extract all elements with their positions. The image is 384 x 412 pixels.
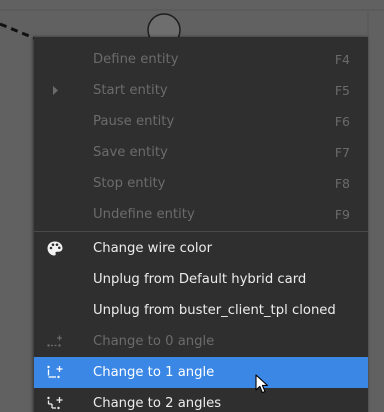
menu-item-shortcut: F9: [334, 207, 350, 222]
menu-item-start-entity[interactable]: Start entity F5: [34, 75, 368, 106]
menu-item-label: Pause entity: [93, 114, 175, 129]
menu-item-shortcut: F4: [334, 52, 350, 67]
menu-item-define-entity[interactable]: Define entity F4: [34, 44, 368, 75]
menu-item-stop-entity[interactable]: Stop entity F8: [34, 168, 368, 199]
angle-0-icon: [46, 333, 64, 350]
menu-item-unplug-default-hybrid-card[interactable]: Unplug from Default hybrid card: [34, 264, 368, 295]
context-menu: Define entity F4 Start entity F5 Pause e…: [34, 37, 368, 412]
diagram-canvas[interactable]: Define entity F4 Start entity F5 Pause e…: [0, 0, 384, 412]
menu-item-change-to-0-angle[interactable]: Change to 0 angle: [34, 326, 368, 357]
menu-item-label: Save entity: [93, 145, 168, 160]
menu-item-shortcut: F5: [334, 83, 350, 98]
menu-separator: [34, 231, 368, 232]
menu-item-label: Stop entity: [93, 176, 166, 191]
menu-item-label: Change to 1 angle: [93, 365, 215, 380]
angle-2-icon: [46, 395, 64, 412]
angle-1-icon: [46, 364, 64, 381]
menu-item-unplug-buster-client[interactable]: Unplug from buster_client_tpl cloned: [34, 295, 368, 326]
menu-item-label: Unplug from Default hybrid card: [93, 272, 307, 287]
menu-item-shortcut: F6: [334, 114, 350, 129]
play-icon: [46, 82, 64, 99]
menu-item-label: Undefine entity: [93, 207, 195, 222]
menu-item-change-to-1-angle[interactable]: Change to 1 angle: [34, 357, 368, 388]
palette-icon: [46, 240, 64, 257]
menu-item-label: Change to 2 angles: [93, 396, 222, 411]
menu-item-label: Unplug from buster_client_tpl cloned: [93, 303, 336, 318]
menu-item-shortcut: F7: [334, 145, 350, 160]
menu-item-label: Change wire color: [93, 241, 213, 256]
menu-item-undefine-entity[interactable]: Undefine entity F9: [34, 199, 368, 230]
menu-item-save-entity[interactable]: Save entity F7: [34, 137, 368, 168]
menu-item-shortcut: F8: [334, 176, 350, 191]
mouse-pointer-icon: [255, 374, 271, 400]
menu-item-change-to-2-angles[interactable]: Change to 2 angles: [34, 388, 368, 412]
menu-item-label: Change to 0 angle: [93, 334, 215, 349]
menu-item-pause-entity[interactable]: Pause entity F6: [34, 106, 368, 137]
dashed-wire[interactable]: [0, 22, 35, 40]
menu-item-change-wire-color[interactable]: Change wire color: [34, 233, 368, 264]
menu-item-label: Define entity: [93, 52, 179, 67]
menu-item-label: Start entity: [93, 83, 168, 98]
